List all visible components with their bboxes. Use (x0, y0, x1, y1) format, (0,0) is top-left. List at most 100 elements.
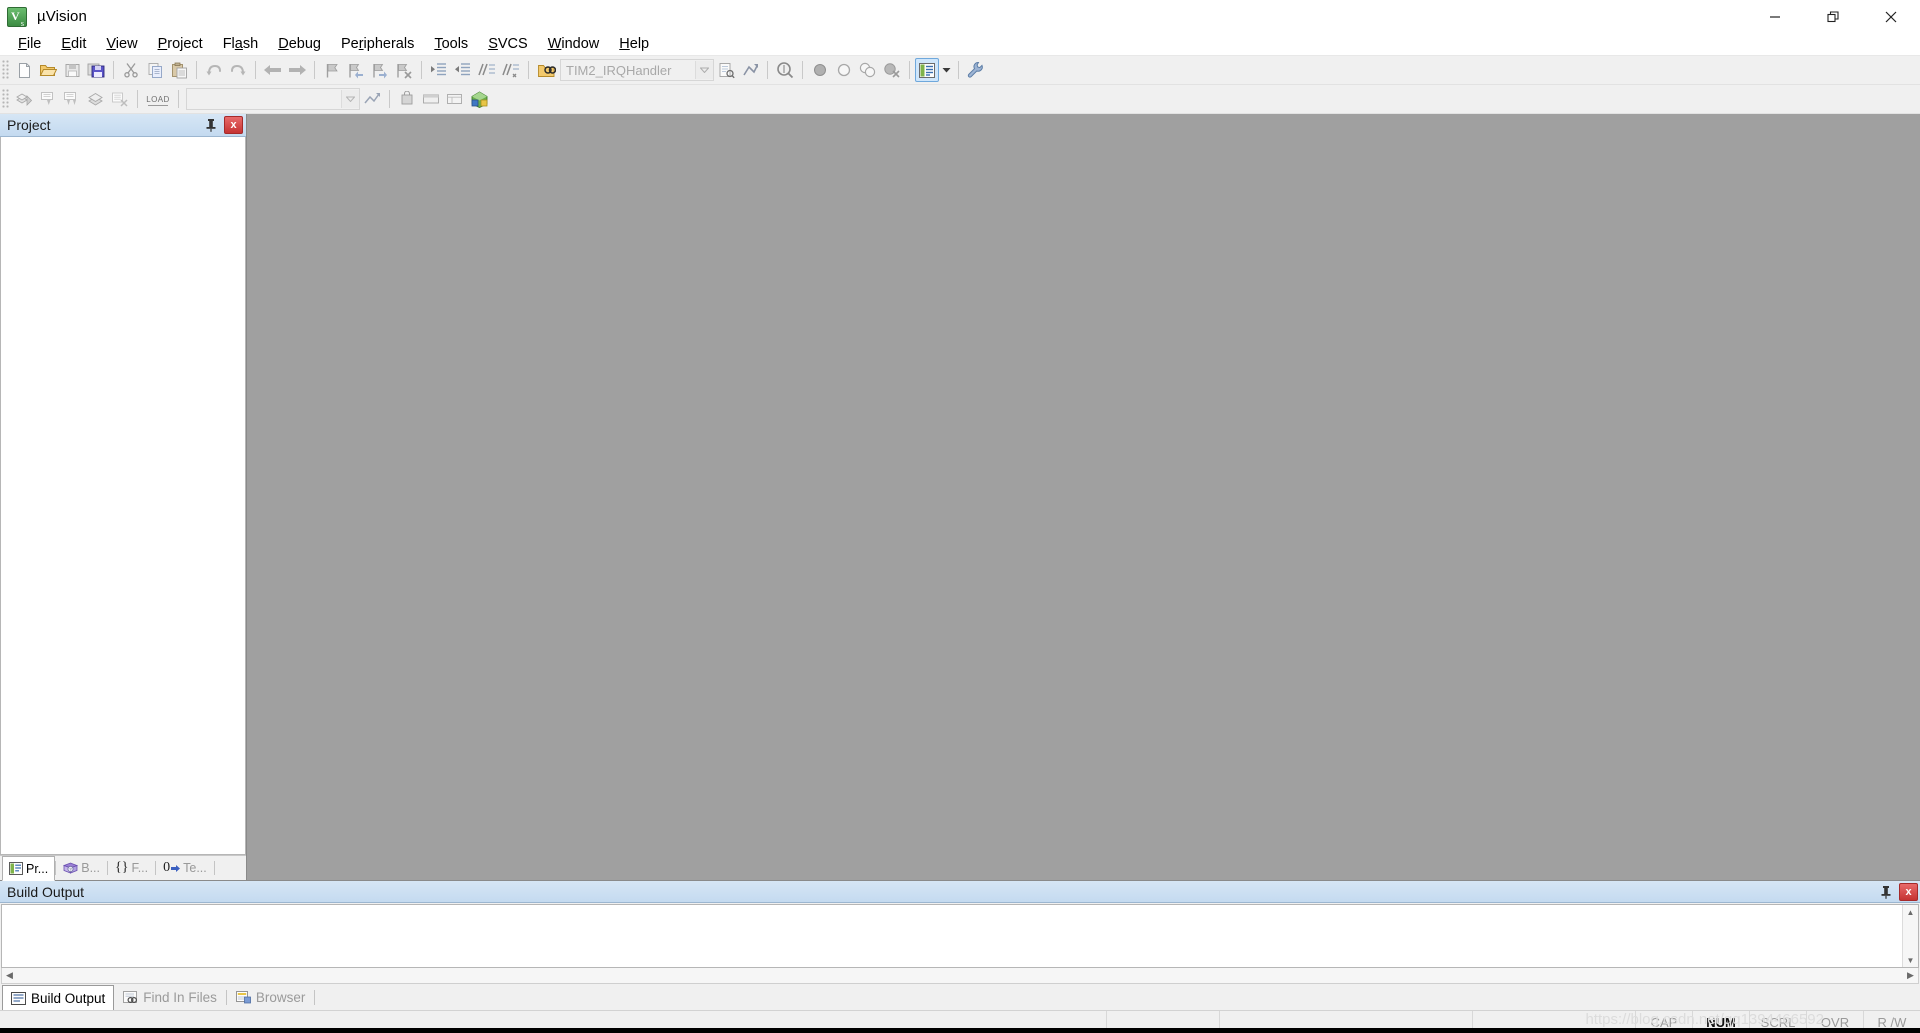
tab-templates[interactable]: 0 Te... (156, 856, 214, 880)
bookmark-next-icon[interactable] (368, 58, 392, 82)
toolbar-separator (958, 61, 959, 79)
cut-icon[interactable] (119, 58, 143, 82)
comment-icon[interactable] (475, 58, 499, 82)
close-panel-button[interactable]: x (224, 116, 243, 134)
tab-project[interactable]: Pr... (2, 856, 56, 881)
editor-workspace[interactable] (247, 114, 1920, 880)
navigate-back-icon[interactable] (261, 58, 285, 82)
tab-books[interactable]: ? B... (56, 856, 107, 880)
tab-build-output-label: Build Output (31, 990, 106, 1006)
menu-view[interactable]: View (96, 35, 147, 53)
scroll-down-icon[interactable]: ▼ (1903, 953, 1918, 967)
components-icon[interactable] (419, 87, 443, 111)
new-file-icon[interactable] (12, 58, 36, 82)
build-output-panel: Build Output x ▲ ▼ ◀ ▶ Build Output Find… (0, 880, 1920, 1011)
open-file-icon[interactable] (36, 58, 60, 82)
auto-hide-pin-icon[interactable] (1877, 883, 1895, 901)
target-options-dropdown-icon[interactable] (939, 58, 953, 82)
menu-tools[interactable]: Tools (424, 35, 478, 53)
toolbar-separator (421, 61, 422, 79)
uncomment-icon[interactable] (499, 58, 523, 82)
incremental-find-icon[interactable] (738, 58, 762, 82)
menu-project[interactable]: Project (148, 35, 213, 53)
pack-installer-icon[interactable] (467, 87, 491, 111)
undo-icon[interactable] (202, 58, 226, 82)
tab-browser-label: Browser (255, 990, 306, 1005)
scroll-up-icon[interactable]: ▲ (1903, 905, 1918, 919)
tab-find-in-files-label: Find In Files (143, 990, 217, 1005)
close-panel-button[interactable]: x (1899, 882, 1918, 901)
breakpoint-disable-all-icon[interactable] (856, 58, 880, 82)
close-button[interactable] (1862, 0, 1920, 33)
auto-hide-pin-icon[interactable] (202, 116, 220, 134)
scroll-left-icon[interactable]: ◀ (2, 969, 17, 983)
tab-find-in-files[interactable]: Find In Files (114, 985, 226, 1010)
menu-file[interactable]: File (8, 35, 51, 53)
screen-bottom-edge (0, 1028, 1920, 1033)
indent-left-icon[interactable] (451, 58, 475, 82)
window-title: µVision (37, 8, 87, 25)
menu-flash[interactable]: Flash (213, 35, 269, 53)
toolbar-grip[interactable] (2, 60, 9, 80)
menu-svcs[interactable]: SVCS (478, 35, 538, 53)
tab-separator (314, 989, 316, 1005)
build-output-title: Build Output (7, 883, 85, 900)
build-output-horizontal-scrollbar[interactable]: ◀ ▶ (1, 968, 1919, 984)
navigate-forward-icon[interactable] (285, 58, 309, 82)
select-target-combo[interactable] (186, 88, 360, 110)
toolbar-separator (113, 61, 114, 79)
function-navigation-combo[interactable]: TIM2_IRQHandler (560, 59, 714, 81)
menu-debug[interactable]: Debug (268, 35, 331, 53)
build-output-vertical-scrollbar[interactable]: ▲ ▼ (1902, 905, 1918, 967)
copy-icon[interactable] (143, 58, 167, 82)
tab-functions[interactable]: {} F... (108, 856, 155, 880)
translate-file-icon[interactable] (12, 87, 36, 111)
toolbar-grip[interactable] (2, 89, 9, 109)
chevron-down-icon[interactable] (341, 90, 359, 108)
goto-definition-icon[interactable] (714, 58, 738, 82)
tab-browser[interactable]: Browser (227, 985, 315, 1010)
menu-window[interactable]: Window (538, 35, 610, 53)
save-all-icon[interactable] (84, 58, 108, 82)
bookmark-prev-icon[interactable] (344, 58, 368, 82)
menu-bar: File Edit View Project Flash Debug Perip… (0, 33, 1920, 55)
build-output-text[interactable] (2, 905, 1902, 967)
save-icon[interactable] (60, 58, 84, 82)
configure-target-options-button[interactable] (915, 58, 939, 82)
load-underline (148, 105, 168, 106)
minimize-button[interactable] (1746, 0, 1804, 33)
rebuild-all-icon[interactable] (60, 87, 84, 111)
batch-build-icon[interactable] (84, 87, 108, 111)
target-options-icon[interactable] (360, 87, 384, 111)
menu-edit[interactable]: Edit (51, 35, 96, 53)
menu-peripherals[interactable]: Peripherals (331, 35, 424, 53)
templates-icon: 0 (163, 860, 171, 875)
bookmark-toggle-icon[interactable] (320, 58, 344, 82)
menu-help[interactable]: Help (609, 35, 659, 53)
magnifier-icon[interactable] (773, 58, 797, 82)
download-to-flash-button[interactable]: LOAD (143, 88, 173, 110)
scroll-right-icon[interactable]: ▶ (1903, 969, 1918, 983)
paste-icon[interactable] (167, 58, 191, 82)
breakpoint-insert-icon[interactable] (808, 58, 832, 82)
toolbar-separator (196, 61, 197, 79)
build-target-icon[interactable] (36, 87, 60, 111)
tab-build-output[interactable]: Build Output (2, 985, 115, 1011)
project-tree[interactable] (0, 137, 246, 855)
multi-project-icon[interactable] (443, 87, 467, 111)
toolbar-separator (528, 61, 529, 79)
chevron-down-icon[interactable] (695, 61, 713, 79)
manage-run-time-environment-icon[interactable] (964, 58, 988, 82)
bookmark-clear-icon[interactable] (392, 58, 416, 82)
build-output-body: ▲ ▼ (1, 904, 1919, 968)
breakpoint-kill-all-icon[interactable] (880, 58, 904, 82)
restore-button[interactable] (1804, 0, 1862, 33)
indent-right-icon[interactable] (427, 58, 451, 82)
title-bar: µVision (0, 0, 1920, 33)
manage-project-items-icon[interactable] (395, 87, 419, 111)
breakpoint-disable-icon[interactable] (832, 58, 856, 82)
find-in-files-icon[interactable] (534, 58, 558, 82)
main-body: Project x Pr... ? B... {} F... 0 Te... (0, 114, 1920, 881)
stop-build-icon[interactable] (108, 87, 132, 111)
redo-icon[interactable] (226, 58, 250, 82)
